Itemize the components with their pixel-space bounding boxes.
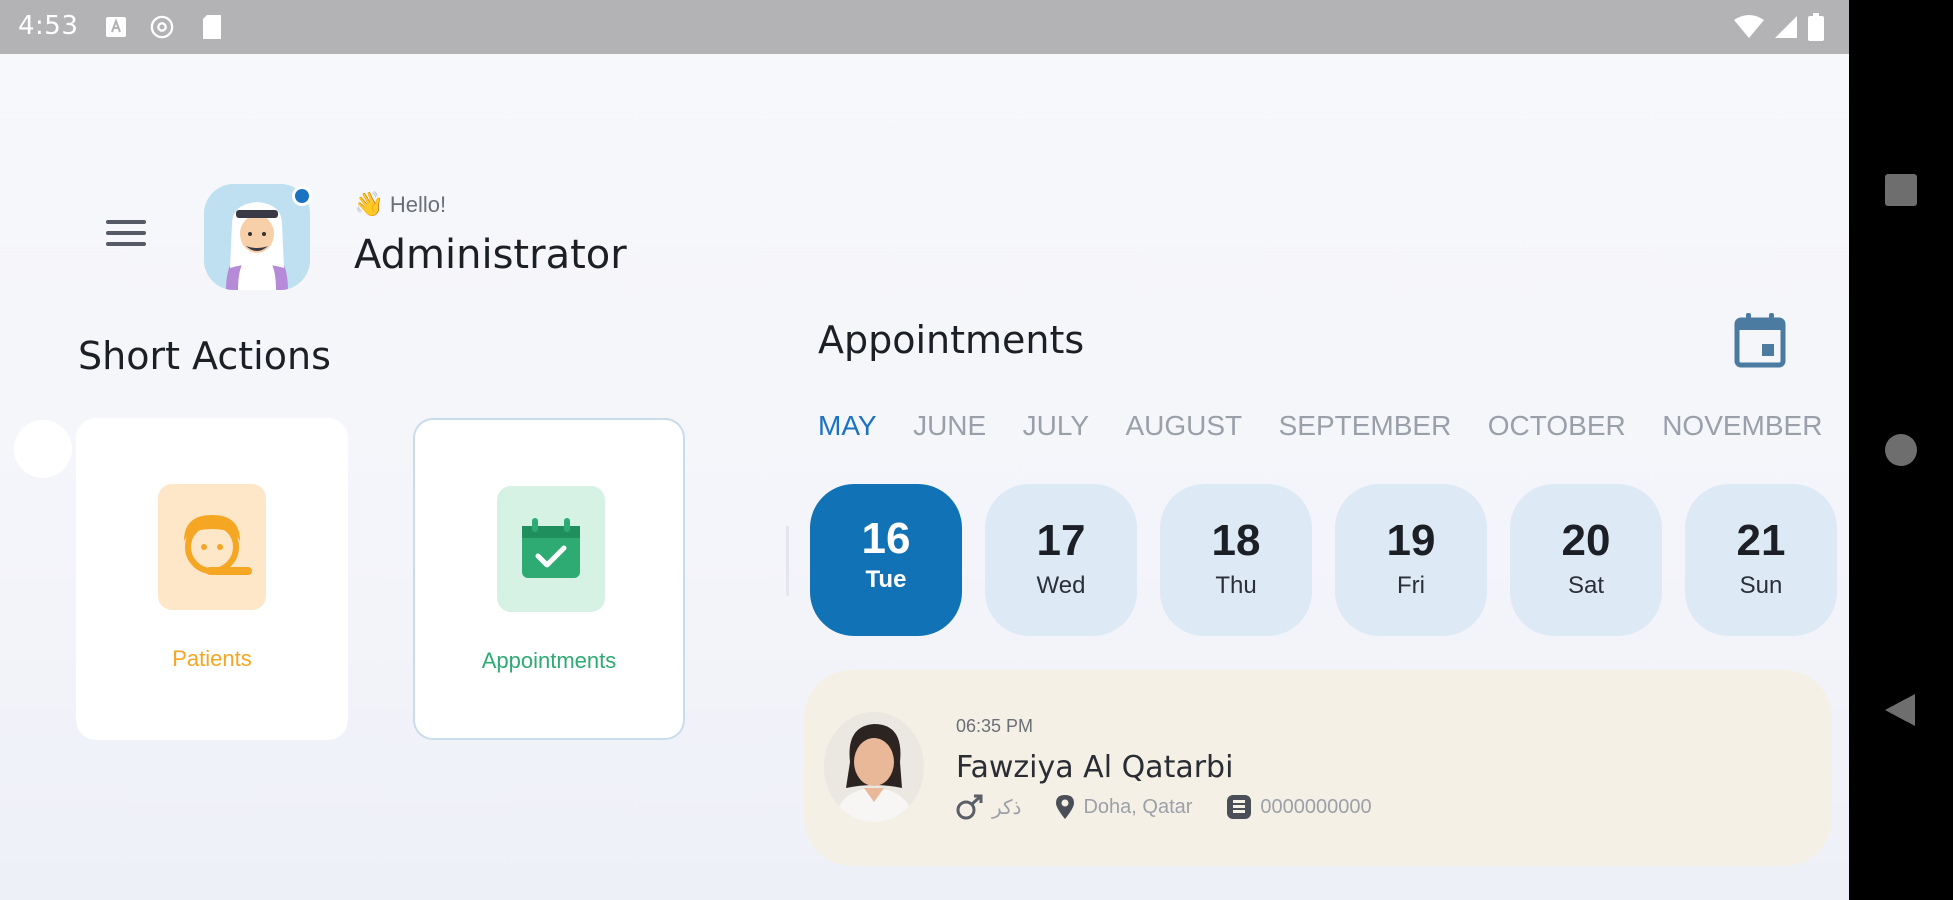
day-name: Fri <box>1397 572 1425 599</box>
hamburger-icon <box>106 220 146 224</box>
id-info: 0000000000 <box>1226 794 1372 820</box>
appointment-card[interactable]: 06:35 PM Fawziya Al Qatarbi ذكر Doha, Qa… <box>804 670 1832 866</box>
location-info: Doha, Qatar <box>1055 794 1192 820</box>
tab-may[interactable]: MAY <box>818 410 877 442</box>
location-text: Doha, Qatar <box>1083 795 1193 818</box>
menu-button[interactable] <box>106 220 154 256</box>
location-pin-icon <box>1056 795 1075 819</box>
recents-button[interactable] <box>1881 170 1921 210</box>
square-icon <box>1885 174 1917 206</box>
appointment-time: 06:35 PM <box>956 716 1034 736</box>
sd-card-icon <box>200 14 224 40</box>
day-number: 20 <box>1561 516 1611 565</box>
tab-november[interactable]: NOVEMBER <box>1662 410 1822 442</box>
gender-text: ذكر <box>992 796 1022 819</box>
appointments-label: Appointments <box>481 648 617 673</box>
divider <box>786 526 789 596</box>
calendar-check-icon <box>497 486 605 612</box>
online-status-dot <box>292 186 312 206</box>
day-pill-20[interactable]: 20 Sat <box>1510 484 1662 636</box>
waving-hand-icon: 👋 <box>354 191 384 218</box>
day-number: 18 <box>1211 516 1261 565</box>
patients-label: Patients <box>172 646 252 671</box>
tab-september[interactable]: SEPTEMBER <box>1279 410 1452 442</box>
tab-october[interactable]: OCTOBER <box>1488 410 1626 442</box>
day-number: 19 <box>1386 516 1436 565</box>
patient-icon <box>158 484 266 610</box>
appointment-meta: ذكر Doha, Qatar 0000000000 <box>956 794 1406 820</box>
id-number: 0000000000 <box>1260 795 1372 818</box>
appointments-title: Appointments <box>818 318 1085 362</box>
day-name: Tue <box>865 566 907 593</box>
wifi-icon <box>1734 14 1764 40</box>
tab-august[interactable]: AUGUST <box>1125 410 1242 442</box>
gender-info: ذكر <box>956 794 1021 820</box>
day-pill-19[interactable]: 19 Fri <box>1335 484 1487 636</box>
app-screen: 4:53 👋 Hello! Administrator Short Action… <box>0 0 1849 900</box>
day-name: Wed <box>1036 572 1086 599</box>
short-actions-title: Short Actions <box>78 334 331 378</box>
navigation-bar <box>1849 0 1953 900</box>
day-number: 17 <box>1036 516 1086 565</box>
status-bar: 4:53 <box>0 0 1849 54</box>
tab-july[interactable]: JULY <box>1023 410 1089 442</box>
day-pill-17[interactable]: 17 Wed <box>985 484 1137 636</box>
day-pill-21[interactable]: 21 Sun <box>1685 484 1837 636</box>
patient-name: Fawziya Al Qatarbi <box>956 750 1234 785</box>
status-time: 4:53 <box>18 11 79 41</box>
user-name: Administrator <box>354 232 627 278</box>
day-number: 21 <box>1736 516 1786 565</box>
back-button[interactable] <box>1881 690 1921 730</box>
appointments-action-card[interactable]: Appointments <box>413 418 685 740</box>
side-handle[interactable] <box>14 420 72 478</box>
day-pill-16[interactable]: 16 Tue <box>810 484 962 636</box>
circle-icon <box>1885 434 1917 466</box>
id-card-icon <box>1227 795 1252 819</box>
greeting-row: 👋 Hello! <box>354 190 446 219</box>
signal-icon <box>1774 14 1798 40</box>
greeting-text: Hello! <box>389 191 447 217</box>
month-tabs: MAY JUNE JULY AUGUST SEPTEMBER OCTOBER N… <box>818 410 1849 450</box>
calendar-button[interactable] <box>1734 312 1786 368</box>
male-icon <box>956 794 983 820</box>
at-sign-icon <box>150 14 174 40</box>
day-number: 16 <box>861 514 911 563</box>
home-button[interactable] <box>1881 430 1921 470</box>
notification-a-icon <box>104 14 128 40</box>
battery-icon <box>1806 13 1826 41</box>
day-pill-18[interactable]: 18 Thu <box>1160 484 1312 636</box>
patient-photo <box>824 712 924 822</box>
patients-action-card[interactable]: Patients <box>76 418 348 740</box>
day-name: Sat <box>1567 572 1605 599</box>
back-triangle-icon <box>1885 694 1915 726</box>
day-name: Sun <box>1739 572 1783 599</box>
tab-june[interactable]: JUNE <box>913 410 986 442</box>
day-name: Thu <box>1215 572 1257 599</box>
calendar-icon <box>1734 313 1786 368</box>
